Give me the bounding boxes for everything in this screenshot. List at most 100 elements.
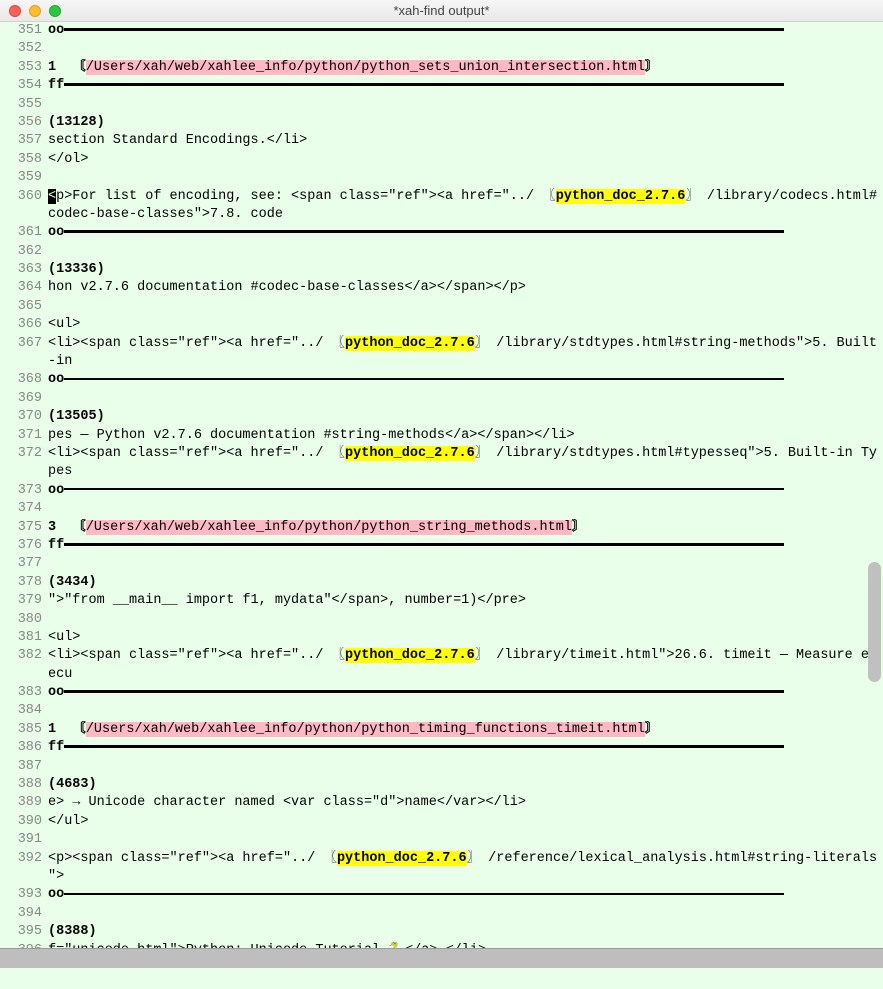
code-line[interactable] — [48, 555, 883, 573]
text-segment: 〙 — [572, 520, 586, 535]
line-number: 367 — [0, 335, 42, 353]
line-number: 381 — [0, 629, 42, 647]
text-segment: < — [48, 189, 56, 204]
code-line[interactable]: (13336) — [48, 261, 883, 279]
code-line[interactable]: e> → Unicode character named <var class=… — [48, 794, 883, 812]
file-path-highlight: /Users/xah/web/xahlee_info/python/python… — [86, 722, 645, 737]
code-line[interactable]: oo — [48, 224, 883, 242]
text-segment: oo — [48, 225, 64, 240]
separator-rule — [64, 488, 784, 491]
code-line[interactable]: <p>For list of encoding, see: <span clas… — [48, 188, 883, 206]
text-segment: -in — [48, 354, 72, 369]
line-number: 388 — [0, 776, 42, 794]
code-line[interactable]: (4683) — [48, 776, 883, 794]
code-line[interactable] — [48, 390, 883, 408]
code-line[interactable]: oo — [48, 371, 883, 389]
text-segment: oo — [48, 372, 64, 387]
code-line[interactable]: pes — Python v2.7.6 documentation #strin… — [48, 427, 883, 445]
line-number — [0, 666, 42, 684]
minibuffer[interactable] — [0, 968, 883, 986]
code-line[interactable]: section Standard Encodings.</li> — [48, 132, 883, 150]
code-line[interactable]: ">"from __main__ import f1, mydata"</spa… — [48, 592, 883, 610]
text-segment: 〙 — [645, 722, 659, 737]
code-line[interactable]: (8388) — [48, 923, 883, 941]
code-line[interactable]: ff — [48, 537, 883, 555]
text-segment: (3434) — [48, 575, 97, 590]
code-line[interactable] — [48, 40, 883, 58]
window-titlebar: *xah-find output* — [0, 0, 883, 22]
line-number: 387 — [0, 758, 42, 776]
search-match-highlight: python_doc_2.7.6 — [556, 189, 686, 204]
scrollbar-thumb[interactable] — [868, 562, 881, 682]
search-match-highlight: python_doc_2.7.6 — [345, 336, 475, 351]
code-line[interactable]: ecu — [48, 666, 883, 684]
text-segment: (8388) — [48, 924, 97, 939]
line-number — [0, 463, 42, 481]
text-segment: 1 〘 — [48, 60, 86, 75]
code-line[interactable] — [48, 831, 883, 849]
mode-line[interactable]: CU:**- *xah-find output* 57% (360,0) (∑x… — [0, 948, 883, 968]
code-line[interactable]: <p><span class="ref"><a href="../ 〖pytho… — [48, 850, 883, 868]
code-line[interactable]: oo — [48, 684, 883, 702]
code-line[interactable] — [48, 500, 883, 518]
code-line[interactable] — [48, 905, 883, 923]
code-line[interactable]: 1 〘/Users/xah/web/xahlee_info/python/pyt… — [48, 59, 883, 77]
code-line[interactable]: (13505) — [48, 408, 883, 426]
code-line[interactable]: pes — [48, 463, 883, 481]
text-segment: ff — [48, 78, 64, 93]
editor-area[interactable]: 3513523533543553563573583593603613623633… — [0, 22, 883, 948]
code-line[interactable] — [48, 243, 883, 261]
text-segment: 〗 /library/stdtypes.html#string-methods"… — [475, 336, 877, 351]
code-line[interactable]: codec-base-classes">7.8. code — [48, 206, 883, 224]
line-number: 362 — [0, 243, 42, 261]
text-segment: hon v2.7.6 documentation #codec-base-cla… — [48, 280, 526, 295]
code-line[interactable]: </ol> — [48, 151, 883, 169]
buffer-content[interactable]: oo1 〘/Users/xah/web/xahlee_info/python/p… — [46, 22, 883, 948]
text-segment: pes — Python v2.7.6 documentation #strin… — [48, 428, 575, 443]
code-line[interactable]: 1 〘/Users/xah/web/xahlee_info/python/pyt… — [48, 721, 883, 739]
code-line[interactable]: oo — [48, 22, 883, 40]
code-line[interactable]: <li><span class="ref"><a href="../ 〖pyth… — [48, 445, 883, 463]
code-line[interactable]: ff — [48, 77, 883, 95]
text-segment: ">"from __main__ import f1, mydata"</spa… — [48, 593, 526, 608]
text-segment: e> → Unicode character named <var class=… — [48, 795, 526, 810]
separator-rule — [64, 745, 784, 748]
code-line[interactable]: "> — [48, 868, 883, 886]
text-segment: ff — [48, 740, 64, 755]
code-line[interactable]: (13128) — [48, 114, 883, 132]
line-number: 393 — [0, 886, 42, 904]
code-line[interactable]: ff — [48, 739, 883, 757]
code-line[interactable]: <li><span class="ref"><a href="../ 〖pyth… — [48, 335, 883, 353]
search-match-highlight: python_doc_2.7.6 — [345, 648, 475, 663]
text-segment: ff — [48, 538, 64, 553]
code-line[interactable]: oo — [48, 482, 883, 500]
code-line[interactable]: hon v2.7.6 documentation #codec-base-cla… — [48, 279, 883, 297]
code-line[interactable] — [48, 758, 883, 776]
separator-rule — [64, 690, 784, 693]
vertical-scrollbar[interactable] — [867, 22, 882, 948]
code-line[interactable] — [48, 298, 883, 316]
line-number: 391 — [0, 831, 42, 849]
code-line[interactable] — [48, 169, 883, 187]
code-line[interactable]: <ul> — [48, 316, 883, 334]
code-line[interactable]: <ul> — [48, 629, 883, 647]
line-number: 356 — [0, 114, 42, 132]
line-number: 369 — [0, 390, 42, 408]
code-line[interactable]: -in — [48, 353, 883, 371]
separator-rule — [64, 28, 784, 31]
separator-rule — [64, 230, 784, 233]
line-number: 385 — [0, 721, 42, 739]
code-line[interactable]: f="unicode.html">Python: Unicode Tutoria… — [48, 942, 883, 948]
code-line[interactable]: </ul> — [48, 813, 883, 831]
code-line[interactable] — [48, 611, 883, 629]
line-number: 370 — [0, 408, 42, 426]
text-segment: <ul> — [48, 630, 80, 645]
code-line[interactable]: oo — [48, 886, 883, 904]
text-segment: f="unicode.html">Python: Unicode Tutoria… — [48, 943, 486, 948]
code-line[interactable]: 3 〘/Users/xah/web/xahlee_info/python/pyt… — [48, 519, 883, 537]
line-number: 354 — [0, 77, 42, 95]
code-line[interactable] — [48, 96, 883, 114]
code-line[interactable]: (3434) — [48, 574, 883, 592]
code-line[interactable] — [48, 702, 883, 720]
code-line[interactable]: <li><span class="ref"><a href="../ 〖pyth… — [48, 647, 883, 665]
